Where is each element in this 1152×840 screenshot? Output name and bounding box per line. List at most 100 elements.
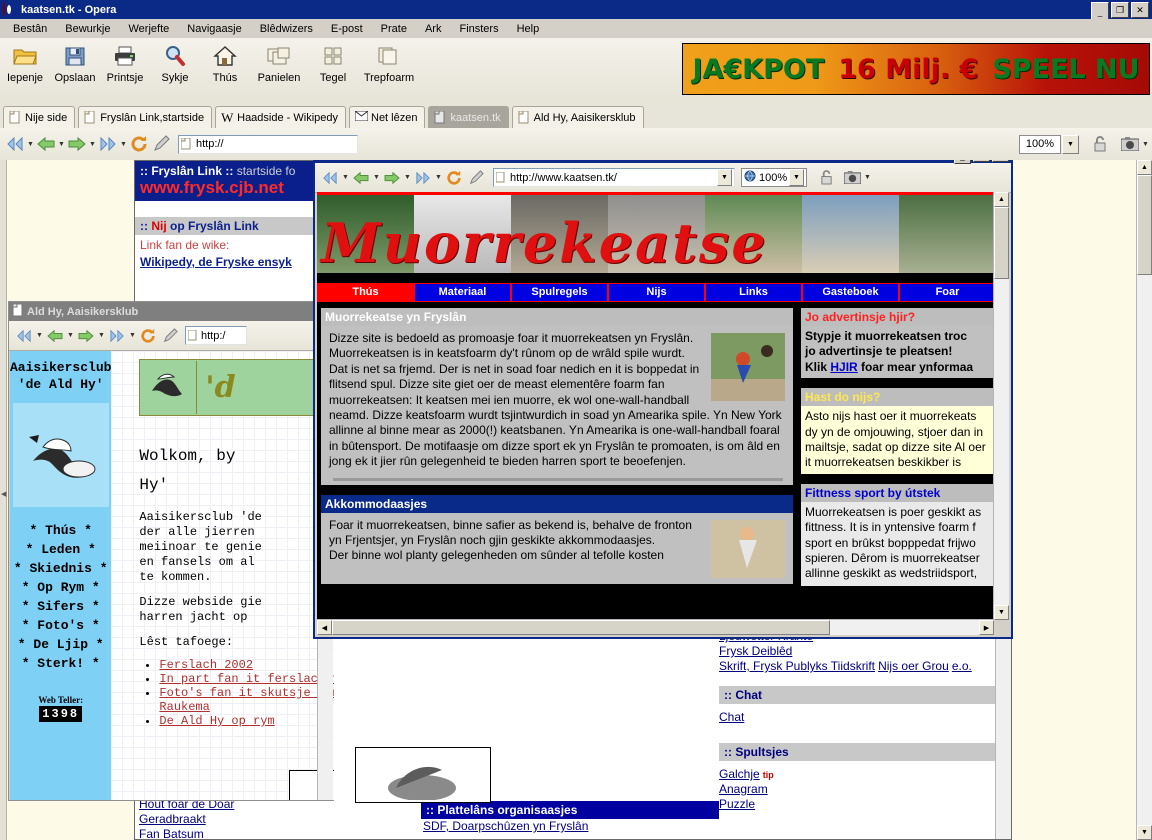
reload-icon[interactable]: [128, 133, 150, 155]
menu-bledwizers[interactable]: Blêdwizers: [251, 21, 322, 37]
ald-hy-menu-item[interactable]: * Sterk! *: [10, 654, 111, 673]
ald-hy-menu-item[interactable]: * Sifers *: [10, 597, 111, 616]
fast-forward-dropdown[interactable]: ▼: [128, 325, 137, 347]
ald-hy-link-ferslach-2002[interactable]: Ferslach 2002: [159, 658, 253, 672]
back-dropdown[interactable]: ▼: [66, 325, 75, 347]
site-nav-thus[interactable]: Thús: [317, 283, 414, 302]
fryslan-game-anagram[interactable]: Anagram: [719, 782, 768, 796]
kaatsen-address-dropdown[interactable]: ▼: [717, 169, 732, 186]
ald-hy-title-bar[interactable]: Ald Hy, Aaisikersklub: [9, 302, 333, 321]
forward-dropdown[interactable]: ▼: [88, 133, 97, 155]
forward-icon[interactable]: [66, 133, 88, 155]
ald-hy-menu-item[interactable]: * Op Rym *: [10, 578, 111, 597]
fast-forward-icon[interactable]: [412, 167, 434, 189]
fast-back-dropdown[interactable]: ▼: [35, 325, 44, 347]
fryslan-link-skrift[interactable]: Skrift, Frysk Publyks Tiidskrift: [719, 659, 875, 673]
fast-forward-icon[interactable]: [97, 133, 119, 155]
menu-ark[interactable]: Ark: [416, 21, 451, 37]
fryslan-chat-link[interactable]: Chat: [719, 710, 1005, 725]
site-nav-foar[interactable]: Foar: [899, 283, 996, 302]
fast-back-icon[interactable]: [13, 325, 35, 347]
fryslan-bot-link-geradbraakt[interactable]: Geradbraakt: [139, 812, 339, 827]
back-icon[interactable]: [35, 133, 57, 155]
site-nav-nijs[interactable]: Nijs: [608, 283, 705, 302]
tab-kaatsen-tk[interactable]: kaatsen.tk: [428, 106, 509, 128]
kaatsen-window[interactable]: kaatsen.tk _ ❐ ✕ ▼ ▼ ▼ ▼: [313, 160, 1013, 639]
fryslan-wikipedy-link[interactable]: Wikipedy, de Fryske ensyk: [140, 255, 292, 269]
reload-icon[interactable]: [137, 325, 159, 347]
kaatsen-vertical-scrollbar[interactable]: ▲ ▼: [993, 192, 1009, 620]
back-dropdown[interactable]: ▼: [372, 167, 381, 189]
fast-back-dropdown[interactable]: ▼: [341, 167, 350, 189]
fryslan-game-galchje[interactable]: Galchje: [719, 767, 760, 781]
padlock-icon[interactable]: [815, 167, 837, 189]
menu-epost[interactable]: E-post: [322, 21, 372, 37]
ald-hy-menu-item[interactable]: * Leden *: [10, 540, 111, 559]
edit-icon[interactable]: [465, 167, 487, 189]
fast-forward-dropdown[interactable]: ▼: [434, 167, 443, 189]
workspace-vertical-scrollbar[interactable]: ▲ ▼: [1136, 160, 1152, 840]
ald-hy-menu-item[interactable]: * Thús *: [10, 521, 111, 540]
menu-werjefte[interactable]: Werjefte: [120, 21, 179, 37]
tab-ald-hy[interactable]: Ald Hy, Aaisikersklub: [511, 106, 644, 128]
edit-icon[interactable]: [159, 325, 181, 347]
scroll-up-button[interactable]: ▲: [994, 192, 1009, 207]
back-dropdown[interactable]: ▼: [57, 133, 66, 155]
scroll-left-button[interactable]: ◀: [317, 620, 332, 635]
fast-forward-icon[interactable]: [106, 325, 128, 347]
camera-icon[interactable]: [841, 167, 863, 189]
scroll-down-button[interactable]: ▼: [1137, 825, 1152, 840]
close-button[interactable]: ✕: [1131, 2, 1149, 18]
kaatsen-horizontal-scrollbar[interactable]: ◀ ▶: [317, 619, 994, 635]
menu-prate[interactable]: Prate: [372, 21, 416, 37]
tab-wikipedy[interactable]: W Haadside - Wikipedy: [215, 106, 346, 128]
camera-dropdown[interactable]: ▼: [1141, 133, 1150, 155]
forward-icon[interactable]: [75, 325, 97, 347]
menu-navigaasje[interactable]: Navigaasje: [178, 21, 250, 37]
forward-dropdown[interactable]: ▼: [97, 325, 106, 347]
panel-collapse-handle[interactable]: ◀: [0, 160, 7, 840]
jackpot-ad-banner[interactable]: JA€KPOT 16 Milj. € SPEEL NU: [682, 43, 1150, 95]
tile-button[interactable]: Tegel: [308, 41, 358, 84]
scroll-down-button[interactable]: ▼: [994, 605, 1009, 620]
menu-bewurkje[interactable]: Bewurkje: [56, 21, 119, 37]
save-button[interactable]: Opslaan: [50, 41, 100, 84]
ald-hy-menu-item[interactable]: * De Ljip *: [10, 635, 111, 654]
close-button[interactable]: ✕: [992, 160, 1009, 162]
fast-forward-dropdown[interactable]: ▼: [119, 133, 128, 155]
fryslan-link-nijs-grou[interactable]: Nijs oer Grou: [878, 659, 949, 673]
main-address-bar[interactable]: http://: [178, 134, 358, 154]
back-icon[interactable]: [350, 167, 372, 189]
menu-finsters[interactable]: Finsters: [450, 21, 507, 37]
fast-back-dropdown[interactable]: ▼: [26, 133, 35, 155]
menu-help[interactable]: Help: [508, 21, 549, 37]
kaatsen-zoom-control[interactable]: 100% ▼: [741, 168, 807, 187]
scroll-thumb[interactable]: [332, 620, 830, 635]
site-nav-links[interactable]: Links: [705, 283, 802, 302]
restore-button[interactable]: ❐: [973, 160, 990, 162]
ald-hy-link-fotos-skutsje[interactable]: Foto's fan it skutsje fan Abe Raukema: [159, 686, 334, 714]
site-nav-gasteboek[interactable]: Gasteboek: [802, 283, 899, 302]
scroll-thumb[interactable]: [994, 207, 1009, 279]
fryslan-sdf-link[interactable]: SDF, Doarpschûzen yn Fryslân: [421, 819, 719, 834]
print-button[interactable]: Printsje: [100, 41, 150, 84]
ald-hy-link-op-rym[interactable]: De Ald Hy op rym: [159, 714, 274, 728]
padlock-icon[interactable]: [1089, 133, 1111, 155]
fryslan-bot-link-batsum[interactable]: Fan Batsum: [139, 827, 339, 839]
tab-fryslan-link[interactable]: Fryslân Link,startside: [78, 106, 213, 128]
kaatsen-zoom-dropdown[interactable]: ▼: [789, 169, 804, 186]
menu-bestan[interactable]: Bestân: [4, 21, 56, 37]
search-button[interactable]: Sykje: [150, 41, 200, 84]
cascade-button[interactable]: Trepfoarm: [358, 41, 420, 84]
fast-back-icon[interactable]: [319, 167, 341, 189]
open-button[interactable]: Iepenje: [0, 41, 50, 84]
fryslan-link-deiblad[interactable]: Frysk Deiblêd: [719, 644, 1005, 659]
forward-dropdown[interactable]: ▼: [403, 167, 412, 189]
home-button[interactable]: Thús: [200, 41, 250, 84]
back-icon[interactable]: [44, 325, 66, 347]
fryslan-game-puzzle[interactable]: Puzzle: [719, 797, 755, 811]
restore-button[interactable]: ❐: [1111, 2, 1129, 18]
ald-hy-address-bar[interactable]: http:/: [185, 326, 247, 345]
edit-icon[interactable]: [150, 133, 172, 155]
tab-nije-side[interactable]: Nije side: [3, 106, 76, 128]
